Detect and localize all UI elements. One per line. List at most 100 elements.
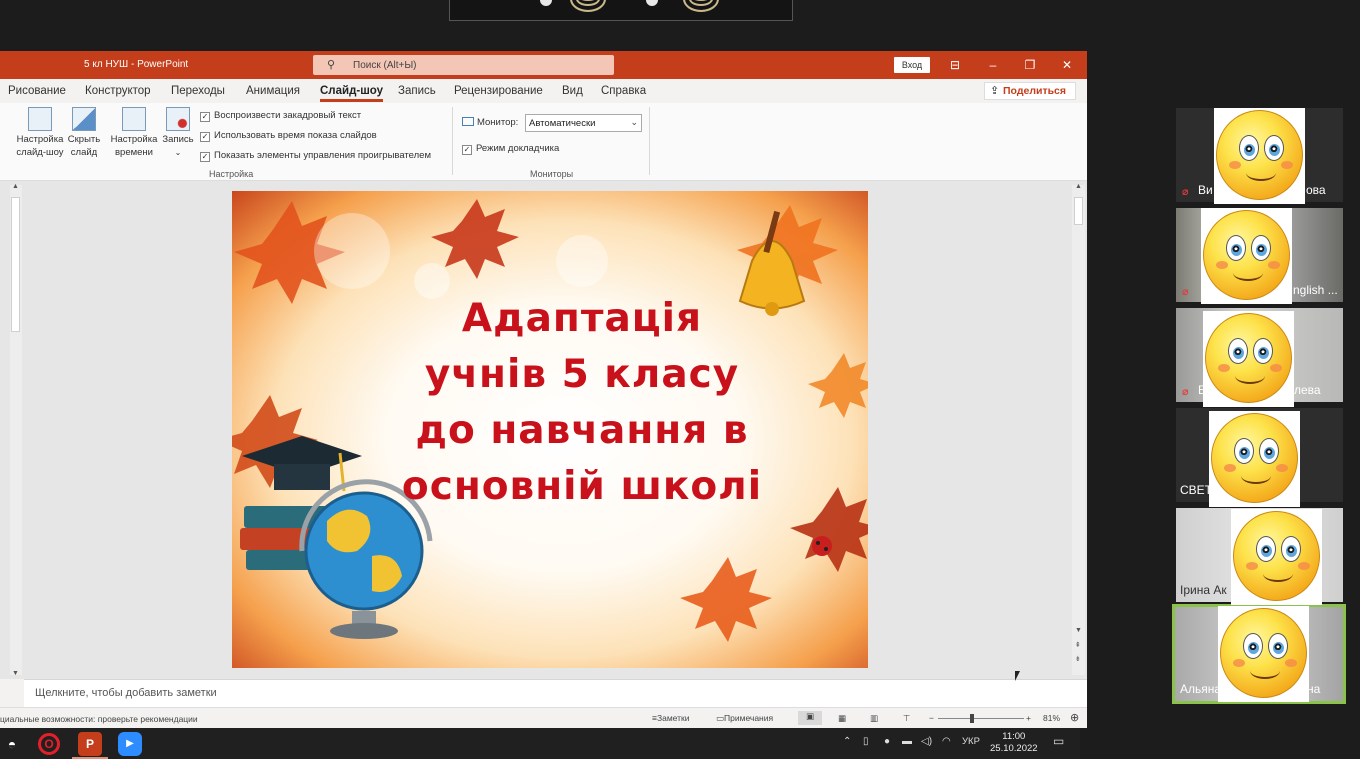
powerpoint-icon[interactable]: P [78,732,102,756]
mouse-cursor-icon [1015,671,1020,681]
hide-slide-button[interactable]: Скрыть слайд [67,107,101,159]
taskbar: ◓ O P ▶ ⌃ ▯ ● ▬ ◁) ◠ УКР 11:00 25.10.202… [0,728,1080,759]
previous-slide-icon[interactable]: ⇞ [1075,641,1081,649]
tab-review[interactable]: Рецензирование [454,85,543,97]
battery-icon[interactable]: ▯ [863,736,869,747]
tab-record[interactable]: Запись [398,85,436,97]
slide-scrollbar[interactable]: ▲ ▼ ⇞ ⇟ [1072,183,1085,675]
slide-preview[interactable]: Адаптація учнів 5 класу до навчання в ос… [232,191,868,668]
sign-in-button[interactable]: Вход [894,57,930,73]
scroll-up-icon[interactable]: ▲ [12,183,19,190]
group-divider [649,107,650,175]
comments-toggle-label: Примечания [724,713,774,723]
share-label: Поделиться [1003,85,1067,97]
slide-title-line: учнів 5 класу [424,352,740,397]
wifi-icon[interactable]: ◠ [942,736,951,747]
zoom-slider-handle[interactable] [970,714,974,723]
presenter-view-label: Режим докладчика [476,143,560,154]
check-icon: ✓ [200,152,210,162]
scroll-down-icon[interactable]: ▼ [1075,627,1082,634]
next-slide-icon[interactable]: ⇟ [1075,655,1081,663]
scroll-down-icon[interactable]: ▼ [12,670,19,677]
participant-name-tail: ова [1306,183,1326,197]
volume-icon[interactable]: ◁) [921,736,932,747]
tab-view[interactable]: Вид [562,85,583,97]
title-bar: 5 кл НУШ - PowerPoint ⚲ Поиск (Alt+Ы) Вх… [0,51,1087,79]
monitor-select[interactable]: Автоматически ⌄ [525,114,642,132]
hide-slide-label: Скрыть слайд [67,134,101,158]
input-language[interactable]: УКР [962,736,980,747]
slide-title-line: основній школі [401,464,763,509]
slideshow-view-icon[interactable]: ⊤ [903,713,910,724]
setup-slideshow-label: Настройка слайд-шоу [16,134,64,158]
normal-view-button[interactable]: ▣ [798,711,822,725]
slide-title-line: до навчання в [415,408,749,453]
tab-transitions[interactable]: Переходы [171,85,225,97]
zoom-slider[interactable] [938,718,1024,719]
zoom-out-icon[interactable]: − [929,713,934,723]
chevron-up-icon[interactable]: ⌃ [843,736,851,747]
tab-draw[interactable]: Рисование [8,85,66,97]
screen-share-banner [449,0,793,21]
rehearse-timings-button[interactable]: Настройка времени [108,107,160,159]
check-icon: ✓ [200,112,210,122]
meet-now-icon[interactable]: ▬ [902,736,912,747]
notes-placeholder: Щелкните, чтобы добавить заметки [35,687,217,699]
notifications-icon[interactable]: ▭ [1053,734,1064,748]
scrollbar-thumb[interactable] [11,197,20,332]
notes-pane[interactable]: Щелкните, чтобы добавить заметки [24,679,1087,707]
microphone-muted-icon: ⌀ [1182,286,1189,298]
presenter-view-checkbox[interactable]: ✓ Режим докладчика [462,143,559,155]
record-label: Запись [162,134,194,145]
show-media-controls-checkbox[interactable]: ✓ Показать элементы управления проигрыват… [200,150,431,162]
show-media-controls-label: Показать элементы управления проигрывате… [214,150,432,161]
comments-toggle[interactable]: ▭Примечания [716,713,773,724]
share-dot-icon [646,0,658,6]
microphone-muted-icon: ⌀ [1182,386,1189,398]
reading-view-icon[interactable]: ▥ [870,713,878,724]
use-timings-checkbox[interactable]: ✓ Использовать время показа слайдов [200,130,377,142]
tab-help[interactable]: Справка [601,85,646,97]
sound-waves-icon [570,0,606,12]
zoom-logo-icon[interactable]: ◓ [0,732,24,756]
search-box[interactable]: ⚲ Поиск (Alt+Ы) [313,55,614,75]
minimize-icon[interactable]: – [982,55,1004,75]
taskbar-clock[interactable]: 11:00 25.10.2022 [990,731,1038,755]
opera-icon[interactable]: O [38,733,60,755]
slide-title-line: Адаптація [461,296,703,341]
search-icon: ⚲ [327,59,336,71]
monitor-label-text: Монитор: [477,117,519,128]
ribbon-tabs: Рисование Конструктор Переходы Анимация … [0,79,1087,103]
fit-to-window-icon[interactable]: ⊕ [1070,711,1079,724]
notes-toggle-label: Заметки [656,713,690,723]
microphone-icon[interactable]: ● [884,736,890,747]
smiley-face-icon [1214,108,1305,204]
zoom-level[interactable]: 81% [1043,713,1060,723]
setup-slideshow-button[interactable]: Настройка слайд-шоу [14,107,66,159]
participant-name-tail: лева [1294,383,1321,397]
rehearse-timings-icon [122,107,146,131]
tab-design[interactable]: Конструктор [85,85,151,97]
slide-sorter-icon[interactable]: ▦ [838,713,846,724]
share-button[interactable]: ⇪ Поделиться [984,82,1076,100]
hide-slide-icon [72,107,96,131]
zoom-meeting-icon[interactable]: ▶ [118,732,142,756]
participant-name: Ірина Ак [1180,583,1227,597]
record-button[interactable]: Запись ⌄ [161,107,195,159]
thumbnail-scrollbar[interactable]: ▲ ▼ [10,183,22,677]
tab-animations[interactable]: Анимация [246,85,300,97]
window-title: 5 кл НУШ - PowerPoint [84,59,189,70]
scrollbar-thumb[interactable] [1074,197,1083,225]
accessibility-status[interactable]: циальные возможности: проверьте рекоменд… [0,714,198,724]
tab-slideshow[interactable]: Слайд-шоу [320,85,384,102]
play-narrations-label: Воспроизвести закадровый текст [214,110,362,121]
notes-toggle[interactable]: ≡Заметки [652,713,689,723]
group-setup-label: Настройка [209,169,254,179]
play-narrations-checkbox[interactable]: ✓ Воспроизвести закадровый текст [200,110,361,122]
close-icon[interactable]: ✕ [1056,55,1078,75]
setup-slideshow-icon [28,107,52,131]
ribbon-display-icon[interactable]: ⊟ [944,55,966,75]
scroll-up-icon[interactable]: ▲ [1075,183,1082,190]
restore-icon[interactable]: ❐ [1019,55,1041,75]
zoom-in-icon[interactable]: + [1026,713,1031,723]
